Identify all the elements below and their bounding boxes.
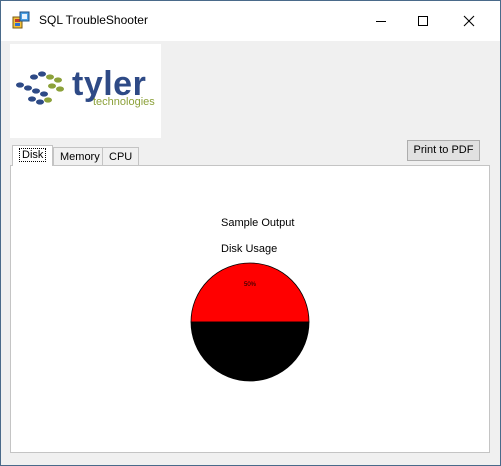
disk-usage-heading: Disk Usage: [221, 243, 278, 255]
logo-mark-icon: [16, 71, 64, 105]
tab-cpu-label: CPU: [109, 151, 133, 163]
tab-disk[interactable]: Disk: [12, 145, 54, 166]
logo-subtitle: technologies: [93, 96, 155, 108]
pie-slice-0: [190, 262, 310, 323]
pie-slice-1: [190, 321, 310, 382]
pie-slice-label: 50%: [244, 282, 257, 288]
tab-cpu[interactable]: CPU: [102, 147, 140, 165]
window-title: SQL TroubleShooter: [39, 13, 148, 27]
tab-disk-label: Disk: [19, 148, 47, 162]
close-button[interactable]: [446, 1, 492, 41]
app-icon: [12, 11, 30, 29]
tab-memory-label: Memory: [60, 151, 100, 163]
minimize-button[interactable]: [358, 1, 404, 41]
app-window: SQL TroubleShooter tyler technologies Pr…: [0, 0, 501, 466]
tyler-logo: tyler technologies: [10, 44, 161, 138]
minimize-icon: [376, 21, 386, 22]
disk-tab-panel: Sample Output Disk Usage 50%: [10, 165, 490, 453]
maximize-button[interactable]: [400, 1, 446, 41]
title-bar: SQL TroubleShooter: [1, 1, 500, 41]
maximize-icon: [418, 16, 428, 26]
print-to-pdf-button[interactable]: Print to PDF: [407, 140, 480, 161]
close-icon: [463, 15, 475, 27]
tab-memory[interactable]: Memory: [53, 147, 107, 165]
sample-output-heading: Sample Output: [221, 217, 295, 229]
disk-usage-pie-chart: 50%: [190, 262, 310, 382]
